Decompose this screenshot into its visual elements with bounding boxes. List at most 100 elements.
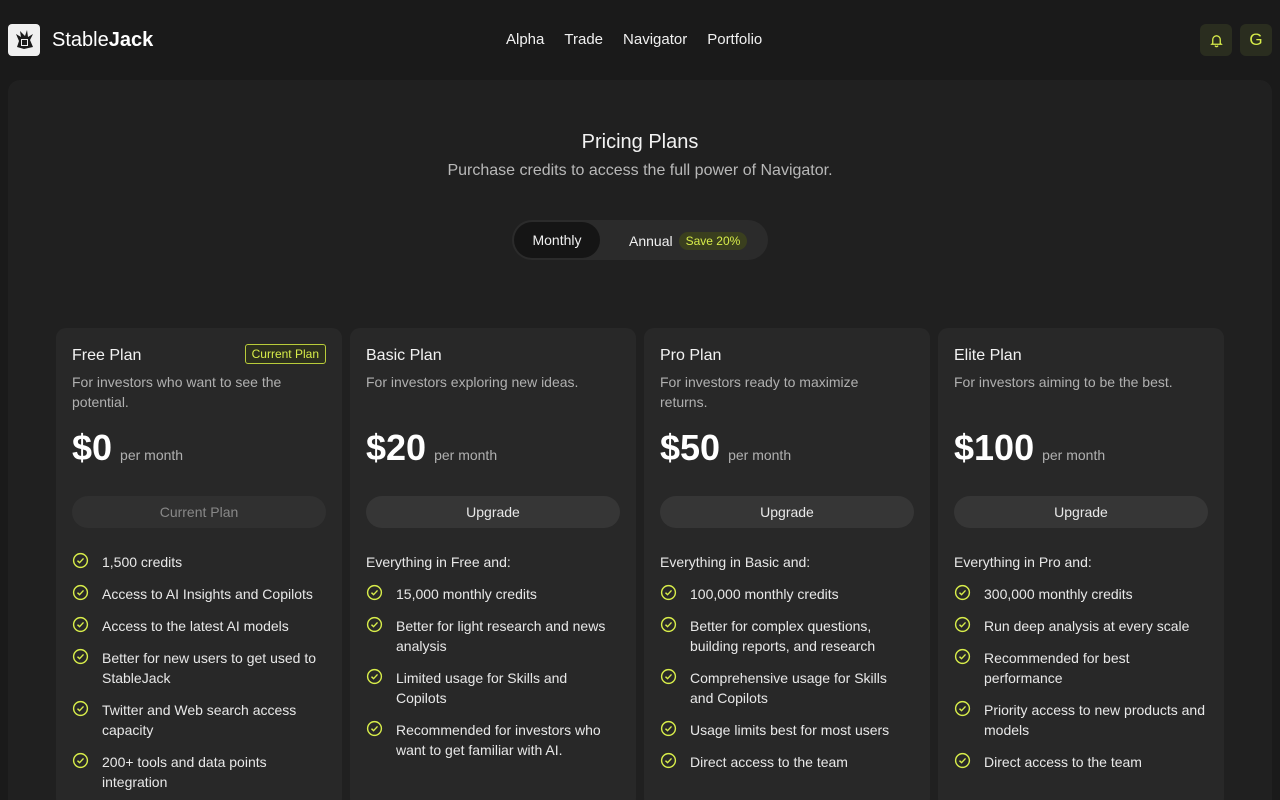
page-subtitle: Purchase credits to access the full powe… [447, 162, 833, 179]
feature-item: Access to the latest AI models [72, 616, 326, 636]
feature-text: Better for light research and news analy… [396, 618, 606, 654]
annual-option[interactable]: Annual Save 20% [629, 232, 748, 250]
feature-text: Usage limits best for most users [690, 722, 890, 738]
feature-item: Recommended for best performance [954, 648, 1208, 688]
check-circle-icon [660, 584, 677, 601]
plan-name: Elite Plan [954, 347, 1022, 364]
annual-label: Annual [629, 233, 673, 249]
top-header: StableJack Alpha Trade Navigator Portfol… [0, 0, 1280, 80]
price-period: per month [120, 447, 184, 463]
price-period: per month [434, 447, 498, 463]
plan-card-pro: Pro Plan For investors ready to maximize… [644, 328, 930, 800]
features-heading: Everything in Pro and: [954, 554, 1092, 570]
price-period: per month [1042, 447, 1106, 463]
feature-text: Direct access to the team [984, 754, 1142, 770]
feature-item: Better for light research and news analy… [366, 616, 620, 656]
page-title: Pricing Plans [581, 131, 699, 153]
plan-card-free: Free Plan Current Plan For investors who… [56, 328, 342, 800]
feature-item: Better for complex questions, building r… [660, 616, 914, 656]
feature-text: Direct access to the team [690, 754, 848, 770]
plan-card-elite: Elite Plan For investors aiming to be th… [938, 328, 1224, 800]
upgrade-button[interactable]: Upgrade [954, 496, 1208, 528]
feature-item: Recommended for investors who want to ge… [366, 720, 620, 760]
check-circle-icon [954, 752, 971, 769]
feature-text: Priority access to new products and mode… [984, 702, 1205, 738]
nav-item-trade[interactable]: Trade [564, 31, 603, 48]
price-amount: $50 [660, 427, 721, 468]
check-circle-icon [954, 648, 971, 665]
plan-description: For investors aiming to be the best. [954, 374, 1173, 390]
feature-text: Better for complex questions, building r… [690, 618, 876, 654]
plan-card-basic: Basic Plan For investors exploring new i… [350, 328, 636, 800]
price-amount: $100 [954, 427, 1035, 468]
check-circle-icon [660, 668, 677, 685]
feature-item: Direct access to the team [660, 752, 914, 772]
nav-item-navigator[interactable]: Navigator [623, 31, 687, 48]
billing-period-toggle: Monthly Annual Save 20% [512, 220, 768, 260]
price-period: per month [728, 447, 792, 463]
plan-price: $0 per month [72, 427, 183, 469]
check-circle-icon [660, 752, 677, 769]
check-circle-icon [72, 616, 89, 633]
plan-price: $20 per month [366, 427, 497, 469]
feature-item: Priority access to new products and mode… [954, 700, 1208, 740]
price-amount: $0 [72, 427, 113, 468]
feature-text: Recommended for best performance [984, 650, 1130, 686]
plan-description: For investors ready to maximize returns. [660, 374, 859, 410]
nav-item-alpha[interactable]: Alpha [506, 31, 544, 48]
main-nav: Alpha Trade Navigator Portfolio [506, 31, 762, 48]
feature-text: 200+ tools and data points integration [102, 754, 267, 790]
feature-item: Access to AI Insights and Copilots [72, 584, 326, 604]
check-circle-icon [72, 752, 89, 769]
feature-item: 1,500 credits [72, 552, 326, 572]
feature-item: Limited usage for Skills and Copilots [366, 668, 620, 708]
current-plan-button[interactable]: Current Plan [72, 496, 326, 528]
feature-item: 100,000 monthly credits [660, 584, 914, 604]
feature-text: Limited usage for Skills and Copilots [396, 670, 568, 706]
feature-text: 15,000 monthly credits [396, 586, 537, 602]
check-circle-icon [660, 616, 677, 633]
check-circle-icon [72, 552, 89, 569]
check-circle-icon [366, 584, 383, 601]
check-circle-icon [72, 584, 89, 601]
notifications-button[interactable] [1200, 24, 1232, 56]
feature-item: Usage limits best for most users [660, 720, 914, 740]
avatar-initial: G [1249, 30, 1263, 49]
brand-name[interactable]: StableJack [52, 29, 153, 52]
feature-text: 100,000 monthly credits [690, 586, 839, 602]
feature-item: Comprehensive usage for Skills and Copil… [660, 668, 914, 708]
upgrade-button[interactable]: Upgrade [366, 496, 620, 528]
feature-list: 15,000 monthly credits Better for light r… [366, 584, 620, 772]
monthly-option[interactable]: Monthly [514, 222, 600, 258]
feature-item: Twitter and Web search access capacity [72, 700, 326, 740]
feature-item: Direct access to the team [954, 752, 1208, 772]
check-circle-icon [954, 584, 971, 601]
feature-text: Twitter and Web search access capacity [102, 702, 297, 738]
check-circle-icon [366, 668, 383, 685]
feature-text: Access to the latest AI models [102, 618, 289, 634]
features-heading: Everything in Free and: [366, 554, 511, 570]
feature-text: 300,000 monthly credits [984, 586, 1133, 602]
feature-list: 300,000 monthly credits Run deep analysis… [954, 584, 1208, 784]
feature-text: Run deep analysis at every scale [984, 618, 1190, 634]
nav-item-portfolio[interactable]: Portfolio [707, 31, 762, 48]
check-circle-icon [954, 700, 971, 717]
feature-text: Better for new users to get used to Stab… [102, 650, 317, 686]
save-badge: Save 20% [678, 232, 748, 250]
feature-list: 1,500 credits Access to AI Insights and C… [72, 552, 326, 800]
feature-item: Better for new users to get used to Stab… [72, 648, 326, 688]
brand-name-light: Stable [52, 29, 109, 51]
current-plan-badge: Current Plan [244, 344, 326, 364]
check-circle-icon [72, 700, 89, 717]
feature-text: Access to AI Insights and Copilots [102, 586, 313, 602]
plan-name: Pro Plan [660, 347, 722, 364]
plan-name: Basic Plan [366, 347, 442, 364]
stablejack-logo-icon[interactable] [8, 24, 40, 56]
feature-text: Comprehensive usage for Skills and Copil… [690, 670, 887, 706]
user-avatar-button[interactable]: G [1240, 24, 1272, 56]
feature-text: 1,500 credits [102, 554, 183, 570]
plan-description: For investors exploring new ideas. [366, 374, 579, 390]
features-heading: Everything in Basic and: [660, 554, 811, 570]
brand-name-bold: Jack [108, 29, 154, 51]
upgrade-button[interactable]: Upgrade [660, 496, 914, 528]
